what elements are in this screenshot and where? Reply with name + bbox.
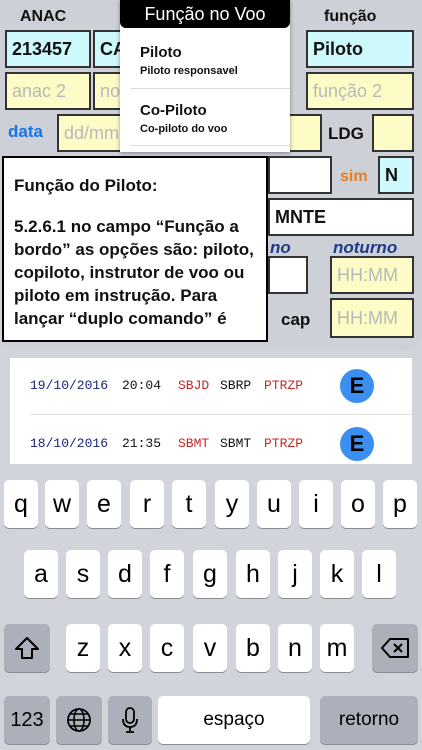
key-l[interactable]: l [362,550,396,598]
anac2-field[interactable]: anac 2 [5,72,91,110]
popover-item-label: Piloto [140,44,182,61]
key-v[interactable]: v [193,624,227,672]
funcao2-field[interactable]: função 2 [306,72,414,110]
numbers-key[interactable]: 123 [4,696,50,744]
popover-item-label: Co-Piloto [140,102,207,119]
row-time: 21:35 [122,436,162,451]
key-t[interactable]: t [172,480,206,528]
table-row[interactable]: 18/10/2016 21:35 SBMT SBMT PTRZP E [10,416,412,464]
key-n[interactable]: n [278,624,312,672]
edit-button[interactable]: E [340,369,374,403]
popover-item-sublabel: Co-piloto do voo [140,123,228,135]
cap-label: cap [281,310,311,329]
row-date: 19/10/2016 [30,378,109,393]
row-to: SBRP [220,378,252,393]
row-aircraft: PTRZP [264,436,304,451]
shift-key[interactable] [4,624,50,672]
row-from: SBMT [178,436,210,451]
popover-item-sublabel: Piloto responsavel [140,65,238,77]
table-row[interactable]: 19/10/2016 20:04 SBJD SBRP PTRZP E [10,358,412,412]
diurno-label-fragment: no [270,238,291,257]
key-i[interactable]: i [299,480,333,528]
edit-button[interactable]: E [340,427,374,461]
help-body: 5.2.6.1 no campo “Função a bordo” as opç… [14,217,254,328]
flight-log-list[interactable]: 19/10/2016 20:04 SBJD SBRP PTRZP E 18/10… [10,358,412,464]
key-r[interactable]: r [130,480,164,528]
funcao-label: função [324,8,377,25]
key-j[interactable]: j [278,550,312,598]
key-k[interactable]: k [320,550,354,598]
key-e[interactable]: e [87,480,121,528]
noturno-label: noturno [333,238,398,257]
popover-item-copiloto[interactable]: Co-Piloto Co-piloto do voo [140,102,227,135]
row-date: 18/10/2016 [30,436,109,451]
popover-item-piloto[interactable]: Piloto Piloto responsavel [140,44,238,77]
date-field[interactable]: dd/mm [57,114,123,152]
sim-label: sim [340,168,368,185]
row-to: SBMT [220,436,252,451]
microphone-icon [122,707,138,733]
popover-divider [130,88,290,89]
data-label: data [8,122,43,141]
mnte-field[interactable]: MNTE [268,198,414,236]
anac-label: ANAC [20,8,67,25]
help-box: Função do Piloto: 5.2.6.1 no campo “Funç… [2,156,268,342]
keyboard: q w e r t y u i o p a s d f g h j k l z … [0,466,422,750]
backspace-icon [381,638,409,658]
diurno-field[interactable] [268,256,308,294]
key-o[interactable]: o [341,480,375,528]
noturno-field[interactable]: HH:MM [330,256,414,294]
row-from: SBJD [178,378,210,393]
row-time: 20:04 [122,378,162,393]
delete-key[interactable] [372,624,418,672]
row-divider [30,414,412,415]
return-key[interactable]: retorno [320,696,418,744]
key-a[interactable]: a [24,550,58,598]
route-field[interactable] [268,156,332,194]
space-key[interactable]: espaço [158,696,310,744]
key-p[interactable]: p [383,480,417,528]
key-z[interactable]: z [66,624,100,672]
popover-title: Função no Voo [120,0,290,28]
sim-field[interactable]: N [378,156,414,194]
key-x[interactable]: x [108,624,142,672]
key-b[interactable]: b [236,624,270,672]
key-m[interactable]: m [320,624,354,672]
key-d[interactable]: d [108,550,142,598]
key-u[interactable]: u [257,480,291,528]
key-y[interactable]: y [215,480,249,528]
key-w[interactable]: w [45,480,79,528]
key-q[interactable]: q [4,480,38,528]
anac1-field[interactable]: 213457 [5,30,91,68]
globe-icon [67,708,91,732]
popover-divider [130,145,290,146]
help-title: Função do Piloto: [14,176,158,195]
dictation-key[interactable] [108,696,152,744]
ldg-field[interactable] [372,114,414,152]
name2-field[interactable]: no [93,72,123,110]
key-s[interactable]: s [66,550,100,598]
key-g[interactable]: g [193,550,227,598]
key-c[interactable]: c [150,624,184,672]
key-f[interactable]: f [150,550,184,598]
key-h[interactable]: h [236,550,270,598]
ldg-label: LDG [328,124,364,143]
globe-key[interactable] [56,696,102,744]
row-aircraft: PTRZP [264,378,304,393]
funcao1-field[interactable]: Piloto [306,30,414,68]
name1-field[interactable]: CA [93,30,126,68]
shift-icon [15,637,39,659]
cap-field[interactable]: HH:MM [330,298,414,338]
